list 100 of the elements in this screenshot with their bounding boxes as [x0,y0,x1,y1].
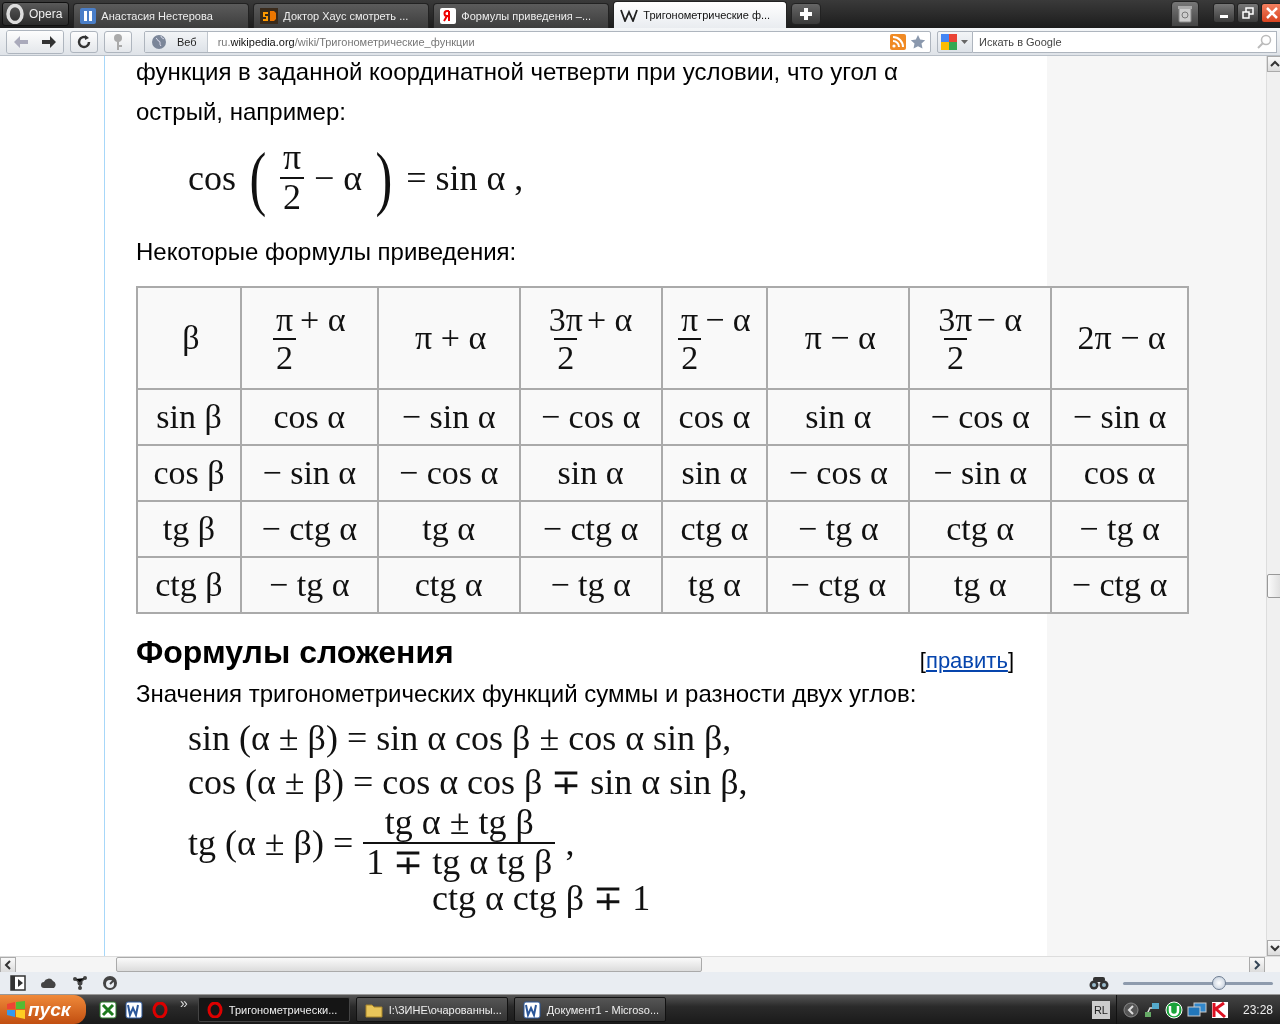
spreadsheet-icon[interactable] [98,999,118,1020]
edit-link[interactable]: править [925,648,1008,674]
table-cell: − ctg α [519,501,662,557]
table-cell: − cos α [519,389,662,445]
antivirus-icon[interactable] [1210,1000,1229,1019]
panel-toggle-icon[interactable] [10,975,26,991]
scrollbar-thumb[interactable] [116,957,702,972]
web-badge[interactable]: Веб [145,31,208,52]
browser-tab[interactable]: Тригонометрические ф... [613,1,788,28]
search-field[interactable]: Искать в Google [973,30,1277,53]
table-cell: − sin α [909,445,1052,501]
zoom-slider-thumb[interactable] [1212,975,1226,990]
minimize-button[interactable] [1213,3,1235,23]
word-document-icon[interactable] [124,999,144,1020]
table-cell: sin α [661,445,768,501]
network-nodes-icon[interactable] [72,975,88,991]
binoculars-icon[interactable] [1089,976,1109,990]
pause-icon [80,8,97,24]
table-cell: − cos α [767,445,910,501]
scroll-left-button[interactable] [0,957,16,973]
math-formula: cos (α ± β) = cos α cos β ∓ sin α sin β, [188,761,749,804]
reload-icon [76,33,92,50]
table-header-cell: π 2 + α [240,287,378,389]
table-header-cell: π 2 − α [661,287,768,389]
paragraph-text: функция в заданной координатной четверти при условии, что угол α [136,57,899,87]
table-cell: ctg β [137,557,241,613]
folder-icon [364,1001,383,1018]
table-cell: cos β [137,445,241,501]
scrollbar-thumb[interactable] [1267,574,1280,598]
letter-w-icon [620,8,639,22]
start-button[interactable]: пуск [0,995,86,1024]
key-icon [112,32,124,51]
opera-logo-icon [206,1001,223,1018]
restore-button[interactable] [1237,3,1259,23]
opera-logo-icon[interactable] [150,999,170,1020]
monitors-icon[interactable] [1186,1001,1207,1018]
paragraph-text: Некоторые формулы приведения: [136,237,518,267]
browser-tab[interactable]: Доктор Хаус смотреть ... [253,3,430,28]
menu-button[interactable]: Opera [2,2,70,26]
bracket-text: ] [1007,648,1014,674]
opera-logo-icon [5,4,25,24]
table-header-cell: 3π 2 + α [519,287,662,389]
table-cell: sin α [519,445,662,501]
taskbar-button[interactable]: I:\ЗИНЕ\очарованны... [355,997,508,1022]
close-icon [1266,7,1278,19]
table-cell: tg β [137,501,241,557]
table-cell: cos α [240,389,378,445]
forward-arrow-icon [41,34,57,49]
math-formula: sin (α ± β) = sin α cos β ± cos α sin β, [188,717,733,760]
table-header-cell: 3π 2 − α [909,287,1052,389]
table-cell: − sin α [377,389,520,445]
chevron-left-icon[interactable] [1122,1001,1139,1018]
google-logo-icon [941,33,969,50]
speedometer-icon[interactable] [102,975,118,991]
bookmark-star-icon[interactable] [910,33,926,50]
globe-icon [151,33,167,50]
table-cell: tg α [661,557,768,613]
plus-icon [799,7,814,21]
table-cell: tg α [909,557,1052,613]
torrent-icon[interactable] [1164,1000,1183,1019]
reload-button[interactable] [70,30,98,53]
windows-logo-icon [6,1000,26,1019]
table-cell: − tg α [767,501,910,557]
table-cell: − sin α [240,445,378,501]
browser-tab[interactable]: Анастасия Нестерова [73,3,250,28]
address-field[interactable]: Веб ru.wikipedia.org/wiki/Тригонометрические_функции [144,30,931,53]
forward-button[interactable] [35,30,63,53]
table-cell: ctg α [661,501,768,557]
table-cell: − tg α [240,557,378,613]
close-button[interactable] [1261,3,1280,23]
trash-button[interactable] [1171,1,1199,27]
trash-can-icon [1177,5,1193,23]
taskbar-button[interactable]: Документ1 - Microso... [513,997,666,1022]
network-icon[interactable] [1142,1001,1161,1018]
table-cell: cos α [661,389,768,445]
table-header-cell: π − α [767,287,910,389]
paragraph-text: Значения тригонометрических функций суммы и разности двух углов: [136,679,918,709]
taskbar-button[interactable]: Тригонометрически... [197,997,350,1022]
more-button[interactable]: » [176,995,192,1011]
language-indicator[interactable]: RL [1091,1000,1110,1019]
cloud-icon[interactable] [40,977,58,989]
new-tab-button[interactable] [791,3,822,25]
table-cell: sin β [137,389,241,445]
table-cell: − cos α [909,389,1052,445]
scroll-right-button[interactable] [1249,957,1265,973]
paragraph-text: острый, например: [136,97,347,127]
table-cell: sin α [767,389,910,445]
table-cell: − tg α [519,557,662,613]
search-engine-button[interactable] [937,30,973,53]
url-text: ru.wikipedia.org/wiki/Тригонометрические_функции [217,35,475,48]
table-cell: − cos α [377,445,520,501]
scroll-down-button[interactable] [1267,940,1280,956]
table-cell: tg α [377,501,520,557]
clock-text: 23:28 [1242,1002,1273,1017]
minimize-icon [1220,15,1228,18]
table-header-cell: π + α [377,287,520,389]
horizontal-scrollbar[interactable] [0,956,1280,972]
browser-tab[interactable]: Формулы приведения –... [433,3,610,28]
scroll-up-button[interactable] [1267,56,1280,72]
vertical-scrollbar[interactable] [1266,56,1280,956]
